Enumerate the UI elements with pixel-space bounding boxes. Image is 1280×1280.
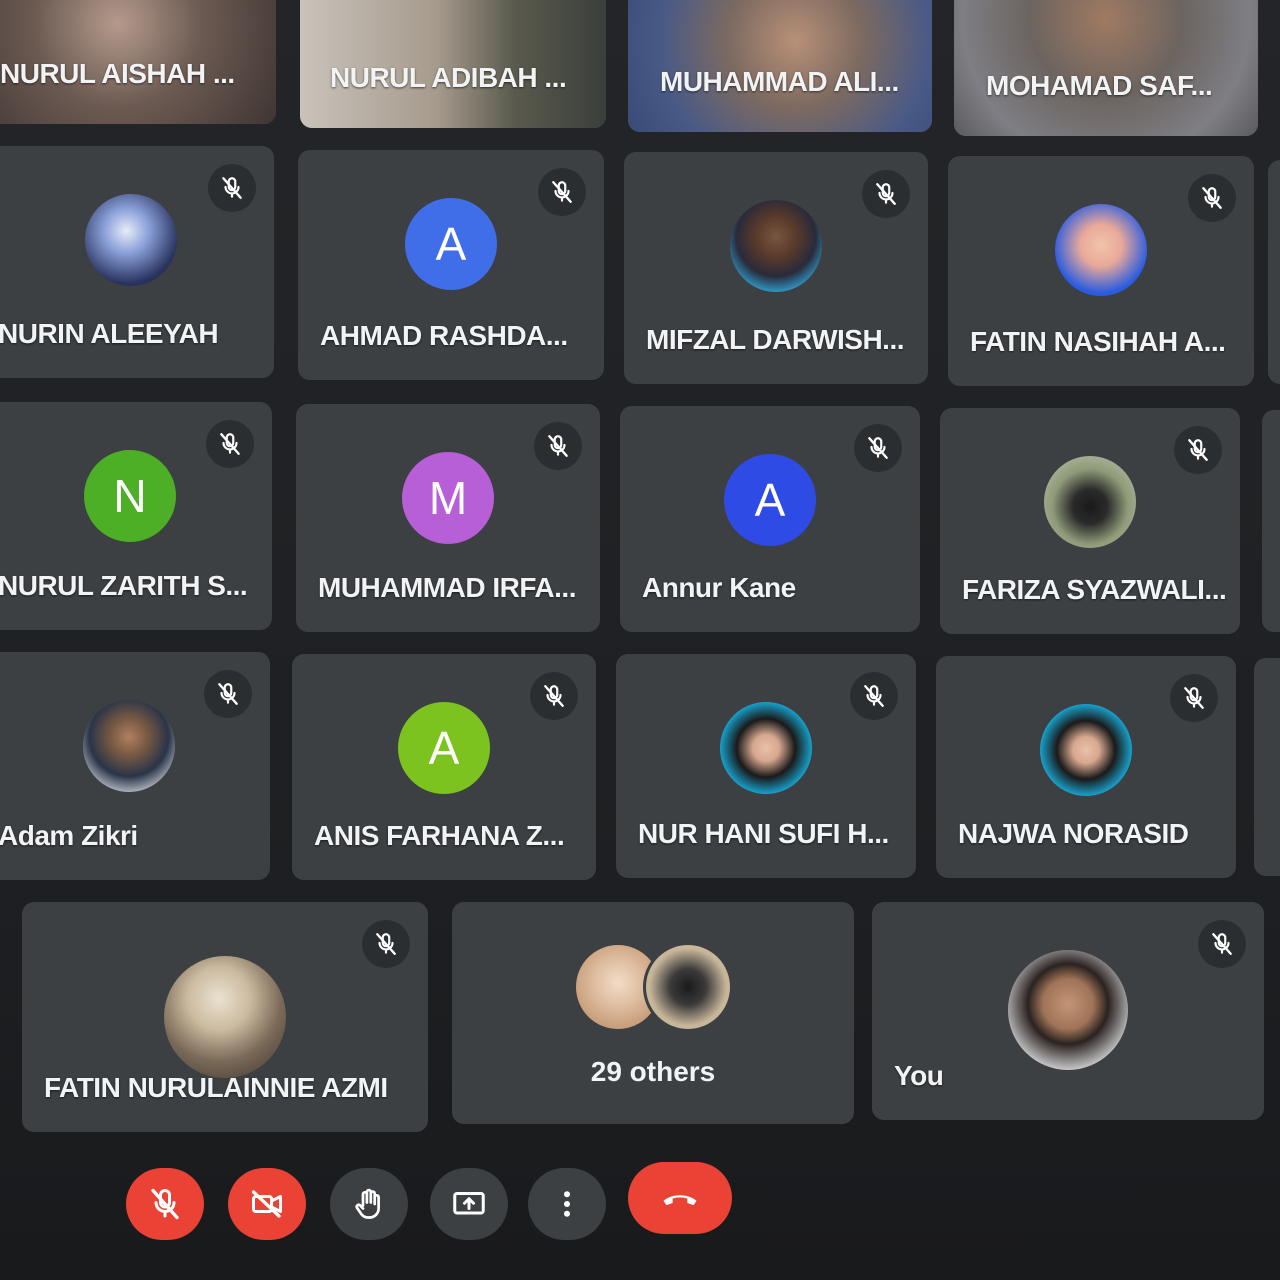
participant-tile[interactable]: A Annur Kane <box>620 406 920 632</box>
participant-name: NURUL AISHAH ... <box>0 58 235 89</box>
avatar <box>1044 456 1136 548</box>
mic-muted-icon <box>850 672 898 720</box>
avatar <box>1008 950 1128 1070</box>
avatar <box>164 956 286 1078</box>
avatar: A <box>724 454 816 546</box>
video-tile[interactable]: MUHAMMAD ALI... <box>628 0 932 132</box>
participant-tile[interactable]: A AHMAD RASHDA... <box>298 150 604 380</box>
participant-tile[interactable]: NAJWA NORASID <box>936 656 1236 878</box>
raise-hand-button[interactable] <box>330 1168 408 1240</box>
avatar: A <box>398 702 490 794</box>
participant-tile[interactable]: A ANIS FARHANA Z... <box>292 654 596 880</box>
participant-name: Adam Zikri <box>0 820 138 851</box>
mic-muted-icon <box>206 420 254 468</box>
participant-name: FARIZA SYAZWALI... <box>962 574 1227 605</box>
participant-tile-partial[interactable] <box>1254 658 1280 876</box>
participant-name: MOHAMAD SAF... <box>986 70 1213 101</box>
more-vert-icon <box>564 1191 570 1217</box>
camera-toggle-button[interactable] <box>228 1168 306 1240</box>
participant-name: MUHAMMAD ALI... <box>660 66 899 97</box>
mic-muted-icon <box>862 170 910 218</box>
participant-name: MUHAMMAD IRFA... <box>318 572 576 603</box>
participant-tile-partial[interactable] <box>1262 410 1280 632</box>
present-icon <box>453 1192 485 1215</box>
participant-tile[interactable]: NUR HANI SUFI H... <box>616 654 916 878</box>
mic-off-icon <box>151 1188 179 1220</box>
leave-call-button[interactable] <box>628 1162 732 1234</box>
more-options-button[interactable] <box>528 1168 606 1240</box>
mic-muted-icon <box>1174 426 1222 474</box>
others-avatars <box>573 942 733 1032</box>
avatar <box>730 200 822 292</box>
mic-muted-icon <box>1170 674 1218 722</box>
avatar <box>1055 204 1147 296</box>
mic-muted-icon <box>530 672 578 720</box>
others-count: 29 others <box>590 1056 716 1087</box>
participant-tile[interactable]: M MUHAMMAD IRFA... <box>296 404 600 632</box>
avatar <box>85 194 177 286</box>
participant-tile[interactable]: FATIN NURULAINNIE AZMI <box>22 902 428 1132</box>
participant-tile[interactable]: N NURUL ZARITH S... <box>0 402 272 630</box>
participant-name: NURIN ALEEYAH <box>0 318 219 349</box>
present-screen-button[interactable] <box>430 1168 508 1240</box>
mic-muted-icon <box>534 422 582 470</box>
participant-name: Annur Kane <box>642 572 796 603</box>
hang-up-icon <box>663 1195 697 1206</box>
participant-name: FATIN NASIHAH A... <box>970 326 1226 357</box>
video-tile[interactable]: MOHAMAD SAF... <box>954 0 1258 136</box>
participant-name: NUR HANI SUFI H... <box>638 818 889 849</box>
avatar <box>643 942 733 1032</box>
others-tile[interactable]: 29 others <box>452 902 854 1124</box>
avatar: A <box>405 198 497 290</box>
video-tile[interactable]: NURUL AISHAH ... <box>0 0 276 124</box>
participant-name: MIFZAL DARWISH... <box>646 324 905 355</box>
avatar: N <box>84 450 176 542</box>
mic-muted-icon <box>208 164 256 212</box>
participant-tile[interactable]: FARIZA SYAZWALI... <box>940 408 1240 634</box>
avatar <box>1040 704 1132 796</box>
participant-name: FATIN NURULAINNIE AZMI <box>44 1072 388 1103</box>
mic-muted-icon <box>854 424 902 472</box>
hand-icon <box>355 1188 380 1219</box>
meeting-stage: NURUL AISHAH ... NURUL ADIBAH ... MUHAMM… <box>0 0 1280 1280</box>
participant-name: ANIS FARHANA Z... <box>314 820 565 851</box>
avatar <box>720 702 812 794</box>
participant-name: NURUL ADIBAH ... <box>330 62 567 93</box>
participant-tile[interactable]: FATIN NASIHAH A... <box>948 156 1254 386</box>
video-tile[interactable]: NURUL ADIBAH ... <box>300 0 606 128</box>
camera-off-icon <box>251 1190 282 1218</box>
participant-name: You <box>894 1060 944 1091</box>
avatar: M <box>402 452 494 544</box>
avatar <box>83 700 175 792</box>
participant-tile[interactable]: MIFZAL DARWISH... <box>624 152 928 384</box>
participant-name: NURUL ZARITH S... <box>0 570 248 601</box>
participant-tile-partial[interactable] <box>1268 160 1280 384</box>
participant-name: AHMAD RASHDA... <box>320 320 568 351</box>
participant-tile[interactable]: Adam Zikri <box>0 652 270 880</box>
mic-muted-icon <box>1198 920 1246 968</box>
mic-muted-icon <box>204 670 252 718</box>
participant-tile[interactable]: NURIN ALEEYAH <box>0 146 274 378</box>
video-feed <box>954 0 1258 136</box>
mic-muted-icon <box>362 920 410 968</box>
mic-muted-icon <box>1188 174 1236 222</box>
participant-name: NAJWA NORASID <box>958 818 1189 849</box>
mic-toggle-button[interactable] <box>126 1168 204 1240</box>
mic-muted-icon <box>538 168 586 216</box>
self-tile[interactable]: You <box>872 902 1264 1120</box>
